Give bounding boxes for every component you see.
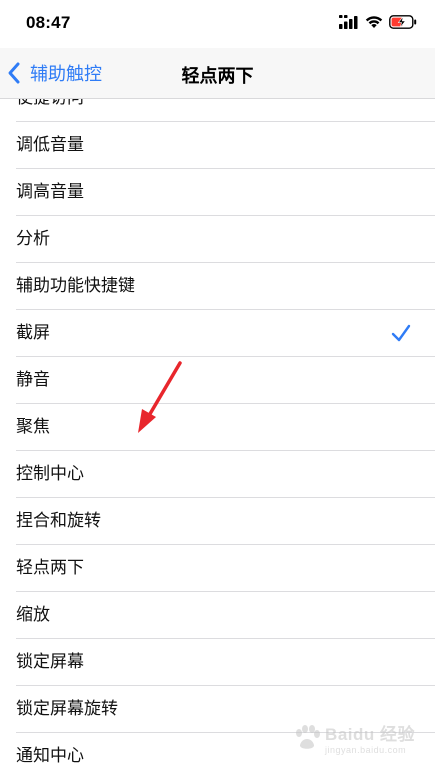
list-item-label: 锁定屏幕旋转 bbox=[16, 699, 118, 719]
page-title: 轻点两下 bbox=[181, 66, 254, 87]
list-item-label: 截屏 bbox=[16, 323, 50, 343]
list-item-label: 静音 bbox=[16, 370, 50, 390]
status-icons bbox=[339, 14, 417, 33]
list-item-label: 聚焦 bbox=[16, 417, 50, 437]
status-bar: 08:47 bbox=[0, 0, 435, 48]
list-item[interactable]: 辅助功能快捷键 bbox=[16, 263, 435, 310]
watermark-title: Baidu 经验 bbox=[325, 725, 415, 744]
list-item-label: 捏合和旋转 bbox=[16, 511, 101, 531]
list-item[interactable]: 分析 bbox=[16, 216, 435, 263]
list-item[interactable]: 使捷访问 bbox=[16, 99, 435, 122]
status-time: 08:47 bbox=[26, 13, 71, 32]
list-item[interactable]: 缩放 bbox=[16, 592, 435, 639]
list-item-label: 辅助功能快捷键 bbox=[16, 276, 135, 296]
list-item-label: 调高音量 bbox=[16, 182, 84, 202]
list-item[interactable]: 捏合和旋转 bbox=[16, 498, 435, 545]
list-item-label: 通知中心 bbox=[16, 746, 84, 766]
list-item[interactable]: 调低音量 bbox=[16, 122, 435, 169]
list-item-label: 轻点两下 bbox=[16, 558, 84, 578]
list-item-label: 锁定屏幕 bbox=[16, 652, 84, 672]
list-item[interactable]: 控制中心 bbox=[16, 451, 435, 498]
battery-charging-icon bbox=[389, 14, 417, 33]
watermark-subtitle: jingyan.baidu.com bbox=[325, 745, 407, 755]
list-item-label: 分析 bbox=[16, 229, 50, 249]
baidu-paw-logo-icon bbox=[296, 724, 321, 749]
list-item-label: 控制中心 bbox=[16, 464, 84, 484]
list-item-label: 使捷访问 bbox=[16, 99, 84, 109]
baidu-watermark: Baidu 经验 jingyan.baidu.com bbox=[293, 720, 415, 755]
options-list: 使捷访问调低音量调高音量分析辅助功能快捷键截屏静音聚焦控制中心捏合和旋转轻点两下… bbox=[0, 99, 435, 767]
list-item[interactable]: 轻点两下 bbox=[16, 545, 435, 592]
list-item[interactable]: 截屏 bbox=[16, 310, 435, 357]
options-list-items: 使捷访问调低音量调高音量分析辅助功能快捷键截屏静音聚焦控制中心捏合和旋转轻点两下… bbox=[0, 99, 435, 767]
cellular-signal-icon bbox=[339, 14, 359, 33]
navigation-bar: 辅助触控 轻点两下 bbox=[0, 48, 435, 99]
wifi-icon bbox=[365, 14, 383, 33]
checkmark-icon bbox=[391, 324, 411, 342]
list-item[interactable]: 聚焦 bbox=[16, 404, 435, 451]
watermark-text: Baidu 经验 jingyan.baidu.com bbox=[325, 720, 415, 755]
list-item[interactable]: 调高音量 bbox=[16, 169, 435, 216]
list-item-label: 缩放 bbox=[16, 605, 50, 625]
list-item-label: 调低音量 bbox=[16, 135, 84, 155]
list-item[interactable]: 锁定屏幕 bbox=[16, 639, 435, 686]
list-item[interactable]: 静音 bbox=[16, 357, 435, 404]
